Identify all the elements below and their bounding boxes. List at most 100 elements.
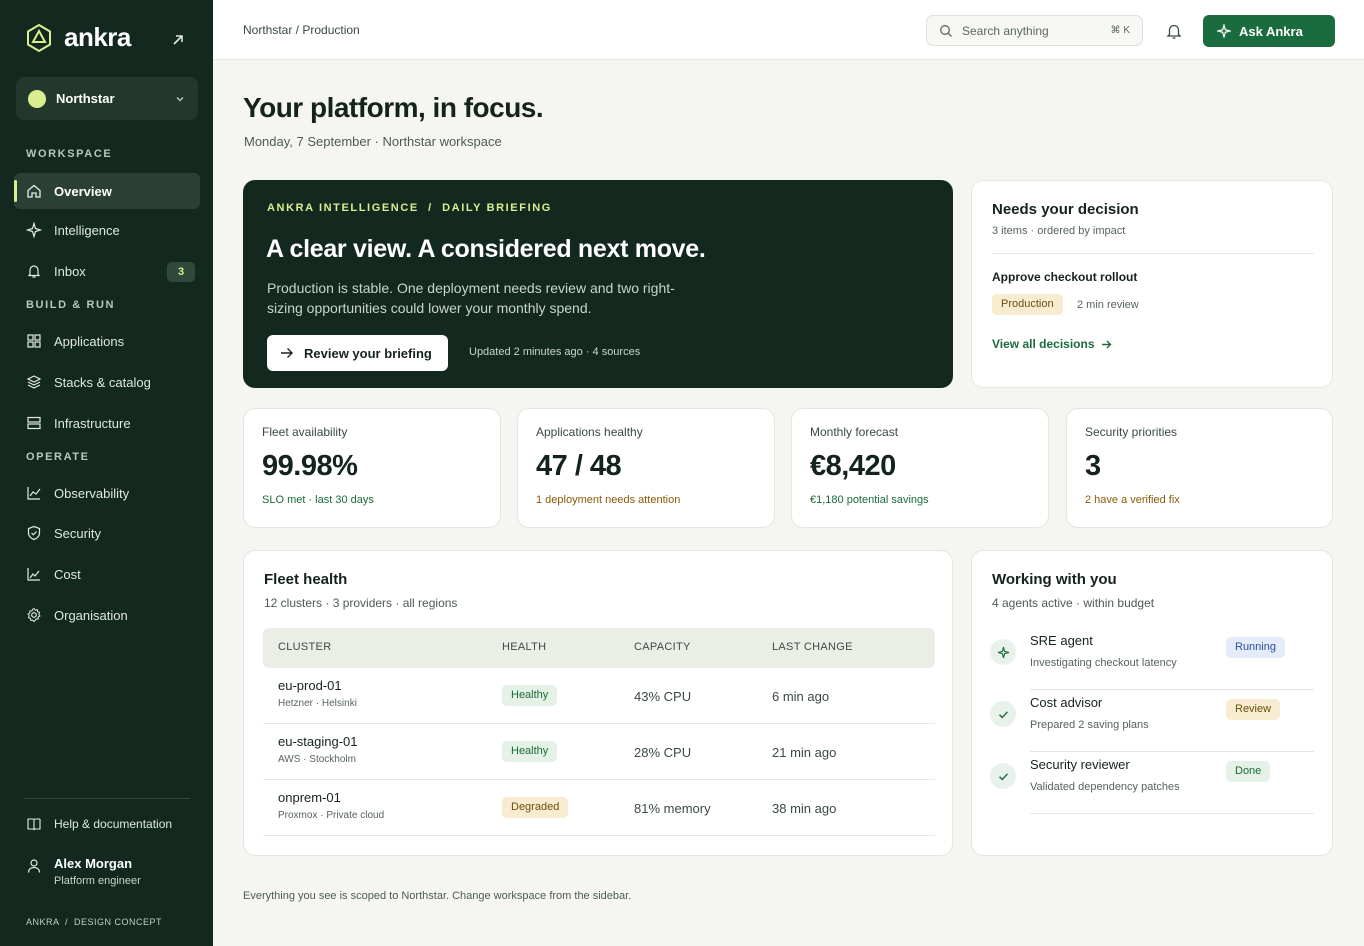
help-label: Help & documentation [54, 817, 173, 831]
workspace-avatar [28, 89, 46, 108]
search-input[interactable]: Search anything ⌘ K [926, 15, 1143, 46]
column-header-capacity[interactable]: CAPACITY [634, 641, 691, 653]
sidebar-item-label: Stacks & catalog [54, 374, 151, 390]
cluster-capacity: 43% CPU [634, 689, 692, 704]
view-all-decisions-link[interactable]: View all decisions [992, 337, 1112, 351]
column-header-last-change[interactable]: LAST CHANGE [772, 641, 853, 653]
table-row[interactable]: eu-staging-01 AWS · Stockholm Healthy 28… [263, 724, 935, 780]
kpi-label: Monthly forecast [810, 425, 899, 439]
scope-footer-note: Everything you see is scoped to Northsta… [243, 890, 632, 902]
user-role: Platform engineer [54, 875, 141, 887]
kpi-card-monthly-forecast: Monthly forecast €8,420 €1,180 potential… [791, 408, 1049, 528]
agent-description: Prepared 2 saving plans [1030, 719, 1149, 731]
sidebar-item-organisation[interactable]: Organisation [14, 597, 200, 633]
chart-icon [27, 487, 41, 500]
kpi-label: Fleet availability [262, 425, 348, 439]
chevron-down-icon [176, 96, 184, 101]
decision-card: Needs your decision 3 items · ordered by… [971, 180, 1333, 388]
grid-icon [27, 334, 41, 348]
help-documentation-link[interactable]: Help & documentation [26, 816, 172, 832]
layers-icon [26, 375, 42, 389]
agent-description: Investigating checkout latency [1030, 657, 1177, 669]
kpi-label: Security priorities [1085, 425, 1178, 439]
workspace-switcher[interactable]: Northstar [16, 77, 198, 120]
book-icon [27, 818, 41, 831]
ankra-logo-icon [27, 23, 51, 52]
ask-label: Ask Ankra [1239, 23, 1303, 39]
review-time: 2 min review [1077, 299, 1139, 311]
ask-ankra-button[interactable]: Ask Ankra [1203, 15, 1335, 47]
kpi-note: €1,180 potential savings [810, 494, 929, 506]
user-profile[interactable]: Alex Morgan Platform engineer [26, 856, 141, 887]
briefing-body: Production is stable. One deployment nee… [267, 280, 675, 316]
agent-item-security-reviewer[interactable]: Security reviewer Validated dependency p… [990, 755, 1314, 817]
agents-subtitle: 4 agents active · within budget [992, 596, 1155, 610]
agent-item-cost-advisor[interactable]: Cost advisor Prepared 2 saving plans Rev… [990, 693, 1314, 755]
agents-card: Working with you 4 agents active · withi… [971, 550, 1333, 856]
column-header-cluster[interactable]: CLUSTER [278, 641, 331, 653]
trend-icon [27, 568, 40, 581]
breadcrumb[interactable]: Northstar / Production [243, 23, 360, 37]
expand-arrow-icon[interactable] [170, 32, 186, 48]
sidebar-footer: ANKRA / DESIGN CONCEPT [26, 917, 163, 927]
sidebar-item-observability[interactable]: Observability [14, 475, 200, 511]
cluster-name: eu-prod-01 [278, 678, 342, 693]
workspace-name: Northstar [56, 91, 115, 106]
sidebar-item-stacks[interactable]: Stacks & catalog [14, 364, 200, 400]
divider [1030, 689, 1314, 690]
brand-logo[interactable]: ankra [26, 22, 131, 53]
agent-status-badge: Review [1226, 699, 1281, 720]
sidebar-item-applications[interactable]: Applications [14, 323, 200, 359]
view-all-label: View all decisions [992, 337, 1095, 351]
cluster-last-change: 6 min ago [772, 689, 830, 704]
user-name: Alex Morgan [54, 856, 133, 871]
kpi-card-fleet-availability: Fleet availability 99.98% SLO met · last… [243, 408, 501, 528]
search-shortcut: ⌘ K [1110, 25, 1130, 36]
sidebar-item-label: Intelligence [54, 222, 120, 238]
fleet-health-card: Fleet health 12 clusters · 3 providers ·… [243, 550, 953, 856]
kpi-note: 2 have a verified fix [1085, 494, 1180, 506]
sidebar-item-label: Overview [54, 183, 112, 199]
table-header: CLUSTER HEALTH CAPACITY LAST CHANGE [263, 628, 935, 668]
divider [992, 253, 1314, 254]
sidebar-item-infrastructure[interactable]: Infrastructure [14, 405, 200, 441]
cluster-last-change: 38 min ago [772, 801, 837, 816]
sidebar-item-label: Infrastructure [54, 415, 131, 431]
decision-title: Needs your decision [992, 201, 1139, 218]
agent-status-badge: Done [1226, 761, 1271, 782]
sidebar-item-label: Observability [54, 485, 130, 501]
notifications-bell-icon[interactable] [1166, 22, 1182, 40]
agent-status-circle [990, 639, 1016, 665]
sidebar-item-label: Organisation [54, 607, 128, 623]
decision-item[interactable]: Approve checkout rollout [992, 270, 1137, 284]
kpi-value: 47 / 48 [536, 450, 622, 482]
check-icon [998, 710, 1008, 719]
sidebar-item-label: Security [54, 525, 101, 541]
health-badge: Healthy [502, 741, 558, 762]
cluster-location: AWS · Stockholm [278, 754, 356, 765]
review-briefing-button[interactable]: Review your briefing [267, 335, 448, 371]
table-row[interactable]: eu-prod-01 Hetzner · Helsinki Healthy 43… [263, 668, 935, 724]
divider [1030, 751, 1314, 752]
sidebar-item-inbox[interactable]: Inbox 3 [14, 253, 200, 289]
sidebar-item-security[interactable]: Security [14, 515, 200, 551]
briefing-meta: Updated 2 minutes ago · 4 sources [469, 346, 641, 358]
fleet-subtitle: 12 clusters · 3 providers · all regions [264, 596, 458, 610]
column-header-health[interactable]: HEALTH [502, 641, 546, 653]
gear-icon [27, 607, 41, 623]
search-icon [940, 24, 952, 37]
agents-title: Working with you [992, 571, 1117, 588]
agent-description: Validated dependency patches [1030, 781, 1180, 793]
kpi-value: €8,420 [810, 450, 896, 482]
cluster-name: eu-staging-01 [278, 734, 358, 749]
sidebar-divider [24, 798, 190, 799]
sidebar-item-intelligence[interactable]: Intelligence [14, 212, 200, 248]
agent-name: Security reviewer [1030, 757, 1130, 772]
sidebar-item-cost[interactable]: Cost [14, 556, 200, 592]
table-row[interactable]: onprem-01 Proxmox · Private cloud Degrad… [263, 780, 935, 836]
decision-subtitle: 3 items · ordered by impact [992, 225, 1126, 237]
sidebar-item-overview[interactable]: Overview [14, 173, 200, 209]
agent-item-sre[interactable]: SRE agent Investigating checkout latency… [990, 631, 1314, 693]
bell-icon [27, 265, 41, 278]
briefing-title: A clear view. A considered next move. [266, 235, 706, 263]
